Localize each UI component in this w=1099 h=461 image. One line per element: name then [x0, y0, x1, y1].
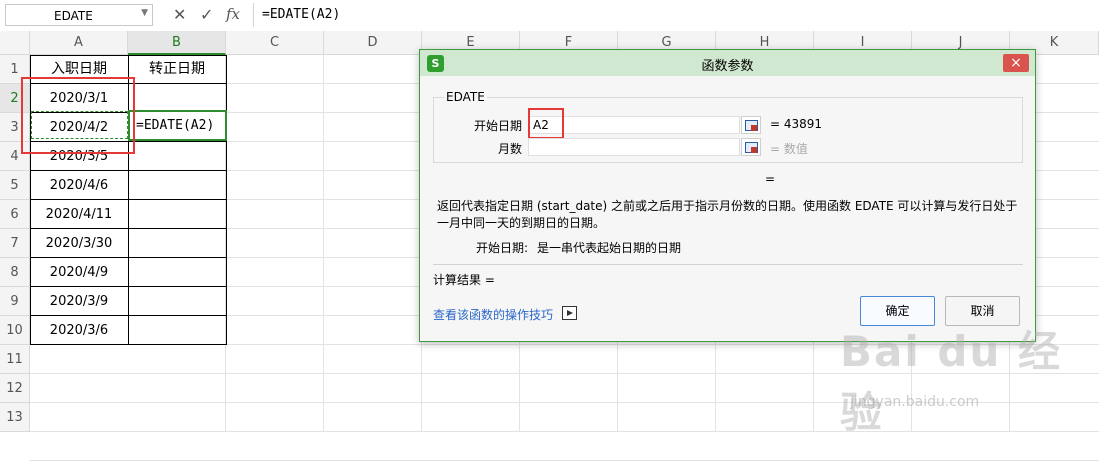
- param-result-months: = 数值: [770, 142, 808, 156]
- param-label-months: 月数: [497, 142, 522, 156]
- table-cell-hire-date[interactable]: 2020/3/9: [30, 287, 128, 316]
- highlight-box-a2: [21, 77, 135, 154]
- column-header-a[interactable]: A: [30, 31, 128, 55]
- table-cell-hire-date[interactable]: 2020/3/6: [30, 316, 128, 345]
- function-result-eq: =: [765, 172, 776, 186]
- row-header-6[interactable]: 6: [0, 200, 30, 229]
- function-name: EDATE: [444, 90, 487, 104]
- select-all-corner[interactable]: [0, 31, 30, 55]
- gridline: [323, 55, 324, 432]
- name-box[interactable]: EDATE ▼: [5, 4, 153, 26]
- name-box-value: EDATE: [54, 9, 93, 23]
- dialog-title: 函数参数: [701, 59, 754, 74]
- range-picker-icon[interactable]: [741, 138, 761, 156]
- dialog-title-bar[interactable]: S 函数参数 ×: [420, 50, 1035, 76]
- table-border: [226, 55, 227, 345]
- table-cell-hire-date[interactable]: 2020/4/11: [30, 200, 128, 229]
- formula-bar: EDATE ▼ ✕ ✓ fx =EDATE(A2): [0, 0, 1099, 32]
- confirm-icon[interactable]: ✓: [200, 5, 213, 24]
- param-result-start-date: = 43891: [770, 117, 823, 131]
- row-header-11[interactable]: 11: [0, 345, 30, 374]
- row-header-7[interactable]: 7: [0, 229, 30, 258]
- param-input-months[interactable]: [528, 138, 740, 156]
- row-header-5[interactable]: 5: [0, 171, 30, 200]
- param-help-label: 开始日期:: [476, 241, 529, 255]
- range-picker-icon[interactable]: [741, 116, 761, 134]
- highlight-box-start-date: [528, 108, 564, 139]
- formula-input[interactable]: =EDATE(A2): [253, 3, 1093, 27]
- table-cell-hire-date[interactable]: 2020/4/6: [30, 171, 128, 200]
- param-label-start-date: 开始日期: [473, 119, 522, 133]
- row-header-9[interactable]: 9: [0, 287, 30, 316]
- column-header-b[interactable]: B: [128, 31, 226, 55]
- video-play-icon[interactable]: [562, 306, 577, 320]
- function-arguments-dialog: S 函数参数 × EDATE 开始日期 A2 = 43891 月数 = 数值 =…: [419, 49, 1036, 342]
- function-description: 返回代表指定日期 (start_date) 之前或之后用于指示月份数的日期。使用…: [437, 199, 1018, 230]
- param-help-text: 是一串代表起始日期的日期: [537, 241, 682, 255]
- row-header-8[interactable]: 8: [0, 258, 30, 287]
- column-header-d[interactable]: D: [324, 31, 422, 55]
- table-cell-hire-date[interactable]: 2020/3/30: [30, 229, 128, 258]
- help-link[interactable]: 查看该函数的操作技巧: [433, 306, 553, 323]
- row-header-13[interactable]: 13: [0, 403, 30, 432]
- calc-result: 计算结果 =: [433, 273, 495, 287]
- row-header-12[interactable]: 12: [0, 374, 30, 403]
- divider: [433, 264, 1023, 265]
- baidu-watermark: Bai du 经验: [840, 327, 1062, 437]
- cell-b2-editing[interactable]: =EDATE(A2): [128, 110, 227, 141]
- column-header-c[interactable]: C: [226, 31, 324, 55]
- close-button[interactable]: ×: [1003, 54, 1029, 72]
- chevron-down-icon[interactable]: ▼: [141, 8, 148, 18]
- baidu-watermark-url: jingyan.baidu.com: [850, 394, 980, 410]
- fx-icon[interactable]: fx: [226, 5, 240, 23]
- row-header-10[interactable]: 10: [0, 316, 30, 345]
- cancel-icon[interactable]: ✕: [173, 5, 186, 24]
- table-header-cell[interactable]: 转正日期: [128, 55, 226, 84]
- table-cell-hire-date[interactable]: 2020/4/9: [30, 258, 128, 287]
